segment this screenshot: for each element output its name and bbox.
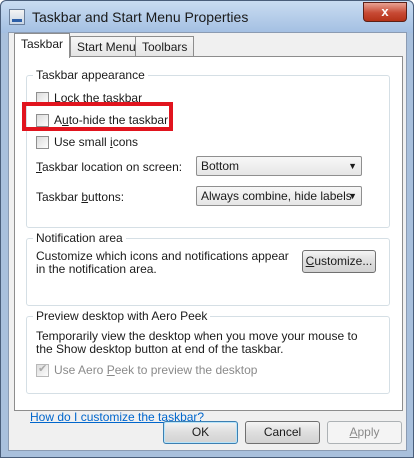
checkbox-box[interactable] — [36, 135, 49, 149]
customize-button[interactable]: Customize... — [302, 250, 376, 273]
buttons-value: Always combine, hide labels — [201, 189, 352, 203]
group-title-aero-peek: Preview desktop with Aero Peek — [33, 309, 211, 323]
small-icons-checkbox[interactable]: Use small icons — [36, 134, 138, 150]
buttons-dropdown[interactable]: Always combine, hide labels ▼ — [196, 186, 362, 206]
location-dropdown[interactable]: Bottom ▼ — [196, 156, 362, 176]
location-label: Taskbar location on screen: — [36, 160, 183, 174]
taskbar-icon — [9, 9, 25, 25]
apply-button[interactable]: Apply — [327, 421, 402, 444]
cancel-button[interactable]: Cancel — [245, 421, 320, 444]
buttons-label: Taskbar buttons: — [36, 190, 125, 204]
tab-start-menu[interactable]: Start Menu — [70, 36, 143, 58]
autohide-highlight-box — [22, 102, 173, 131]
aero-peek-checkbox[interactable]: Use Aero Peek to preview the desktop — [36, 362, 257, 378]
ok-button[interactable]: OK — [163, 421, 238, 444]
window-title: Taskbar and Start Menu Properties — [32, 9, 249, 25]
notification-description: Customize which icons and notifications … — [36, 249, 289, 276]
tab-toolbars[interactable]: Toolbars — [135, 36, 195, 58]
checkbox-box[interactable] — [36, 362, 49, 377]
tab-taskbar[interactable]: Taskbar — [14, 33, 71, 58]
title-bar[interactable]: Taskbar and Start Menu Properties x — [1, 1, 413, 33]
aero-peek-label: Use Aero Peek to preview the desktop — [54, 363, 258, 377]
chevron-down-icon: ▼ — [348, 161, 357, 171]
properties-window: Taskbar and Start Menu Properties x Task… — [0, 0, 414, 458]
group-title-appearance: Taskbar appearance — [33, 68, 148, 82]
close-button[interactable]: x — [363, 2, 407, 22]
small-icons-label: Use small icons — [54, 135, 139, 149]
group-title-notification: Notification area — [33, 231, 126, 245]
location-value: Bottom — [201, 159, 240, 173]
aero-peek-description: Temporarily view the desktop when you mo… — [36, 329, 358, 356]
chevron-down-icon: ▼ — [348, 191, 357, 201]
close-icon: x — [381, 4, 389, 19]
dialog-client-area: Taskbar Start Menu Toolbars Taskbar appe… — [8, 32, 407, 451]
